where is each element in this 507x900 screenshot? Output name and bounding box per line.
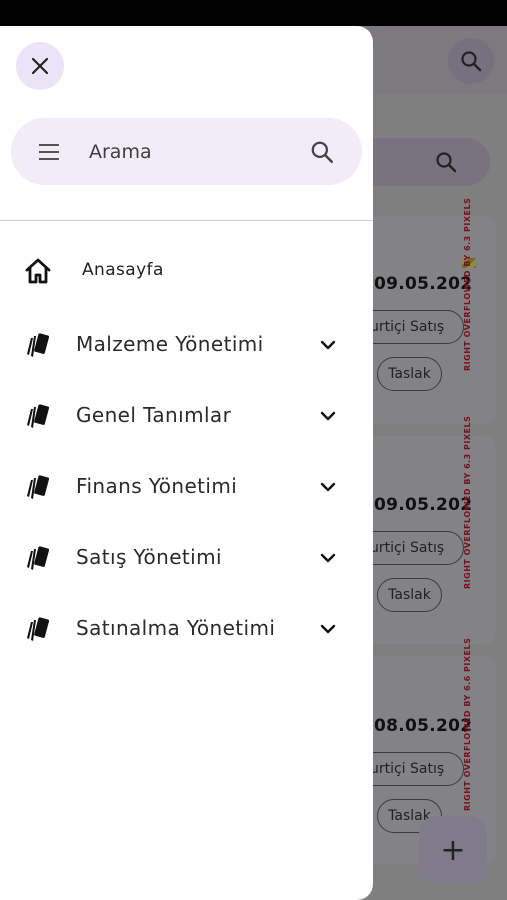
drawer-searchbar <box>11 118 362 185</box>
menu-icon[interactable] <box>37 140 61 164</box>
nav-item-finans-yonetimi[interactable]: Finans Yönetimi <box>0 456 373 516</box>
search-input[interactable] <box>89 136 299 168</box>
cards-icon <box>22 471 54 503</box>
chevron-down-icon <box>320 553 336 563</box>
chevron-down-icon <box>320 624 336 634</box>
nav-item-home[interactable]: Anasayfa <box>0 240 373 300</box>
status-chip: Taslak <box>377 578 442 612</box>
appbar-search-button[interactable] <box>448 38 494 84</box>
status-chip: Taslak <box>377 357 442 391</box>
nav-item-satinalma-yonetimi[interactable]: Satınalma Yönetimi <box>0 598 373 658</box>
cards-icon <box>22 613 54 645</box>
nav-item-label: Anasayfa <box>82 260 164 280</box>
chevron-down-icon <box>320 340 336 350</box>
order-date: 08.05.202 <box>374 716 473 736</box>
status-bar <box>0 0 507 26</box>
navigation-drawer: Anasayfa Malzeme Yönetimi Genel Tanımlar… <box>0 26 373 900</box>
add-fab-button[interactable]: + <box>419 816 487 884</box>
cards-icon <box>22 329 54 361</box>
nav-item-label: Satış Yönetimi <box>76 545 222 569</box>
nav-item-genel-tanimlar[interactable]: Genel Tanımlar <box>0 385 373 445</box>
cards-icon <box>22 542 54 574</box>
chevron-down-icon <box>320 482 336 492</box>
nav-item-label: Malzeme Yönetimi <box>76 332 264 356</box>
cards-icon <box>22 400 54 432</box>
order-date: 09.05.202 <box>374 274 473 294</box>
nav-item-satis-yonetimi[interactable]: Satış Yönetimi <box>0 527 373 587</box>
nav-item-label: Finans Yönetimi <box>76 474 238 498</box>
close-icon <box>31 57 49 75</box>
overflow-warning: RIGHT OVERFLOWED BY 6.6 PIXELS <box>463 637 472 811</box>
close-button[interactable] <box>16 42 64 90</box>
divider <box>0 220 373 221</box>
nav-item-malzeme-yonetimi[interactable]: Malzeme Yönetimi <box>0 314 373 374</box>
chevron-down-icon <box>320 411 336 421</box>
overflow-warning: RIGHT OVERFLOWED BY 6.3 PIXELS <box>463 415 472 589</box>
search-icon <box>436 152 457 173</box>
search-icon[interactable] <box>309 139 335 165</box>
overflow-warning: RIGHT OVERFLOWED BY 6.3 PIXELS <box>463 197 472 371</box>
home-icon <box>22 255 54 287</box>
nav-item-label: Genel Tanımlar <box>76 403 232 427</box>
order-date: 09.05.202 <box>374 495 473 515</box>
search-icon <box>461 51 482 72</box>
nav-item-label: Satınalma Yönetimi <box>76 616 276 640</box>
